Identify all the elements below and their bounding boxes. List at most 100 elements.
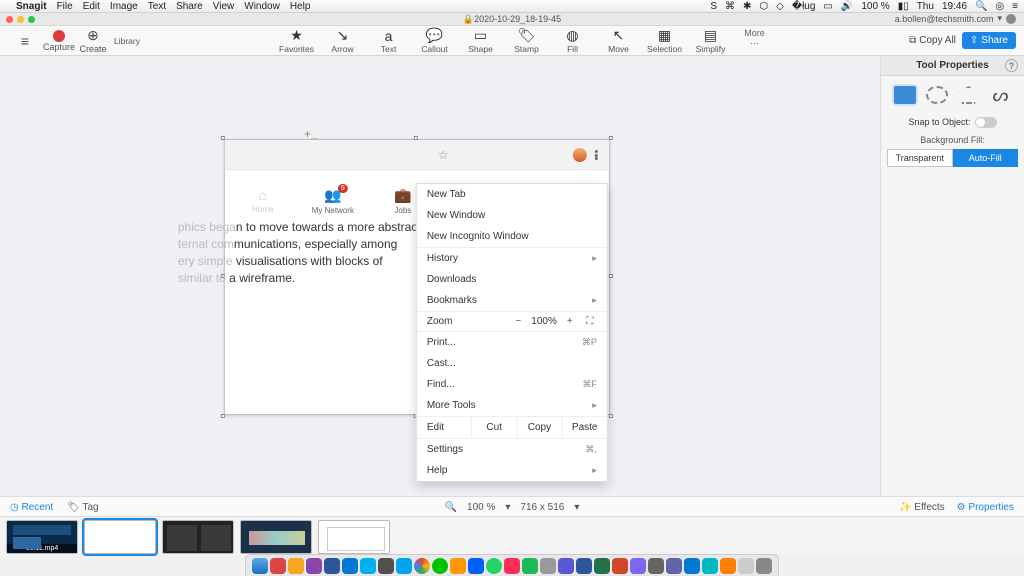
shape-oval[interactable] — [926, 86, 948, 104]
tool-favorites[interactable]: ★Favorites — [277, 28, 317, 54]
traffic-lights[interactable] — [6, 16, 35, 23]
canvas-selection[interactable]: ☆ ⌂Home 9👥My Network 💼Jobs 💬Messaging 51… — [224, 139, 610, 415]
menu-print[interactable]: Print...⌘P — [417, 332, 607, 353]
zoom-in-button[interactable]: + — [563, 316, 577, 327]
menu-help[interactable]: Help — [290, 1, 311, 12]
share-button[interactable]: ⇧Share — [962, 32, 1016, 49]
dock-app-icon[interactable] — [612, 558, 628, 574]
resize-handle[interactable] — [221, 414, 225, 418]
menu-toggle-button[interactable]: ≡ — [8, 33, 42, 49]
dock-app-icon[interactable] — [306, 558, 322, 574]
battery-icon[interactable]: ▮▯ — [898, 1, 909, 12]
status-icon[interactable]: ⬡ — [759, 1, 768, 12]
dock-app-icon[interactable] — [468, 558, 484, 574]
menu-text[interactable]: Text — [148, 1, 166, 12]
app-name[interactable]: Snagit — [16, 1, 47, 12]
library-label[interactable]: Library — [114, 36, 140, 46]
menu-paste[interactable]: Paste — [562, 417, 607, 438]
dock-app-icon[interactable] — [342, 558, 358, 574]
dock-excel-icon[interactable] — [594, 558, 610, 574]
menu-new-window[interactable]: New Window — [417, 205, 607, 226]
zoom-chevron-icon[interactable]: ▾ — [505, 502, 510, 513]
dock-app-icon[interactable] — [450, 558, 466, 574]
tool-text[interactable]: aText — [369, 28, 409, 54]
tray-thumb[interactable] — [84, 520, 156, 554]
tray-thumb[interactable] — [240, 520, 312, 554]
dock-skype-icon[interactable] — [360, 558, 376, 574]
tray-thumb[interactable]: 00:11.mp4 — [6, 520, 78, 554]
help-icon[interactable]: ? — [1005, 59, 1018, 72]
menu-help[interactable]: Help▸ — [417, 460, 607, 481]
menu-file[interactable]: File — [57, 1, 73, 12]
resize-handle[interactable] — [609, 274, 613, 278]
dock-app-icon[interactable] — [540, 558, 556, 574]
nav-home[interactable]: ⌂Home — [240, 187, 286, 215]
status-icon[interactable]: ⌘ — [725, 1, 735, 12]
menu-copy[interactable]: Copy — [516, 417, 561, 438]
tag-button[interactable]: 🏷 Tag — [67, 502, 98, 513]
dock-app-icon[interactable] — [504, 558, 520, 574]
chrome-menu-icon[interactable] — [591, 148, 603, 162]
shape-lasso[interactable]: ᔕ — [990, 86, 1012, 104]
dock-app-icon[interactable] — [270, 558, 286, 574]
dock-app-icon[interactable] — [576, 558, 592, 574]
resize-handle[interactable] — [609, 136, 613, 140]
dock-app-icon[interactable] — [630, 558, 646, 574]
menu-cut[interactable]: Cut — [471, 417, 516, 438]
menu-settings[interactable]: Settings⌘, — [417, 439, 607, 460]
account-chevron-icon[interactable]: ▾ — [997, 13, 1002, 24]
account-avatar-icon[interactable] — [1006, 14, 1016, 24]
dock-app-icon[interactable] — [432, 558, 448, 574]
profile-avatar-icon[interactable] — [573, 148, 587, 162]
dock-app-icon[interactable] — [558, 558, 574, 574]
fullscreen-icon[interactable]: ⛶ — [583, 316, 597, 327]
status-icon[interactable]: ◇ — [776, 1, 784, 12]
zoom-out-button[interactable]: − — [511, 316, 525, 327]
tool-simplify[interactable]: ▤Simplify — [691, 28, 731, 54]
menu-history[interactable]: History▸ — [417, 248, 607, 269]
display-icon[interactable]: ▭ — [823, 1, 832, 12]
shape-polygon[interactable] — [958, 86, 980, 104]
dock-app-icon[interactable] — [720, 558, 736, 574]
dock-app-icon[interactable] — [378, 558, 394, 574]
menu-more-tools[interactable]: More Tools▸ — [417, 395, 607, 416]
effects-button[interactable]: ✨ Effects — [899, 502, 945, 513]
status-icon[interactable]: ✱ — [743, 1, 751, 12]
tool-arrow[interactable]: ↘Arrow — [323, 28, 363, 54]
zoom-search-icon[interactable]: 🔍 — [445, 502, 457, 513]
dock-app-icon[interactable] — [666, 558, 682, 574]
notifications-icon[interactable]: ≡ — [1012, 1, 1018, 12]
menu-window[interactable]: Window — [244, 1, 280, 12]
dock-chrome-icon[interactable] — [414, 558, 430, 574]
dock-app-icon[interactable] — [486, 558, 502, 574]
dock-app-icon[interactable] — [684, 558, 700, 574]
shape-rect[interactable] — [894, 86, 916, 104]
menu-image[interactable]: Image — [110, 1, 138, 12]
dim-chevron-icon[interactable]: ▾ — [574, 502, 579, 513]
menu-edit[interactable]: Edit — [83, 1, 100, 12]
tool-move[interactable]: ↖Move — [599, 28, 639, 54]
menu-new-incognito[interactable]: New Incognito Window — [417, 226, 607, 247]
dock-app-icon[interactable] — [324, 558, 340, 574]
tray-thumb[interactable] — [162, 520, 234, 554]
tool-selection[interactable]: ▦Selection — [645, 28, 685, 54]
menu-bookmarks[interactable]: Bookmarks▸ — [417, 290, 607, 311]
controlcenter-icon[interactable]: ◎ — [995, 1, 1004, 12]
status-icon[interactable]: S — [710, 1, 717, 12]
account-email[interactable]: a.bollen@techsmith.com — [895, 14, 994, 24]
tool-fill[interactable]: ◍Fill — [553, 28, 593, 54]
fill-transparent-button[interactable]: Transparent — [887, 149, 953, 167]
dock-trash-icon[interactable] — [756, 558, 772, 574]
minimize-window-icon[interactable] — [17, 16, 24, 23]
tool-stamp[interactable]: 🏷Stamp — [507, 28, 547, 54]
dock-app-icon[interactable] — [522, 558, 538, 574]
volume-icon[interactable]: 🔊 — [841, 1, 853, 12]
create-button[interactable]: ⊕Create — [76, 27, 110, 54]
snap-toggle[interactable] — [975, 117, 997, 128]
recent-button[interactable]: ◷ Recent — [10, 502, 53, 513]
dock-app-icon[interactable] — [288, 558, 304, 574]
tray-thumb[interactable] — [318, 520, 390, 554]
dock-app-icon[interactable] — [396, 558, 412, 574]
wifi-icon[interactable]: �ług — [792, 1, 816, 12]
menu-find[interactable]: Find...⌘F — [417, 374, 607, 395]
